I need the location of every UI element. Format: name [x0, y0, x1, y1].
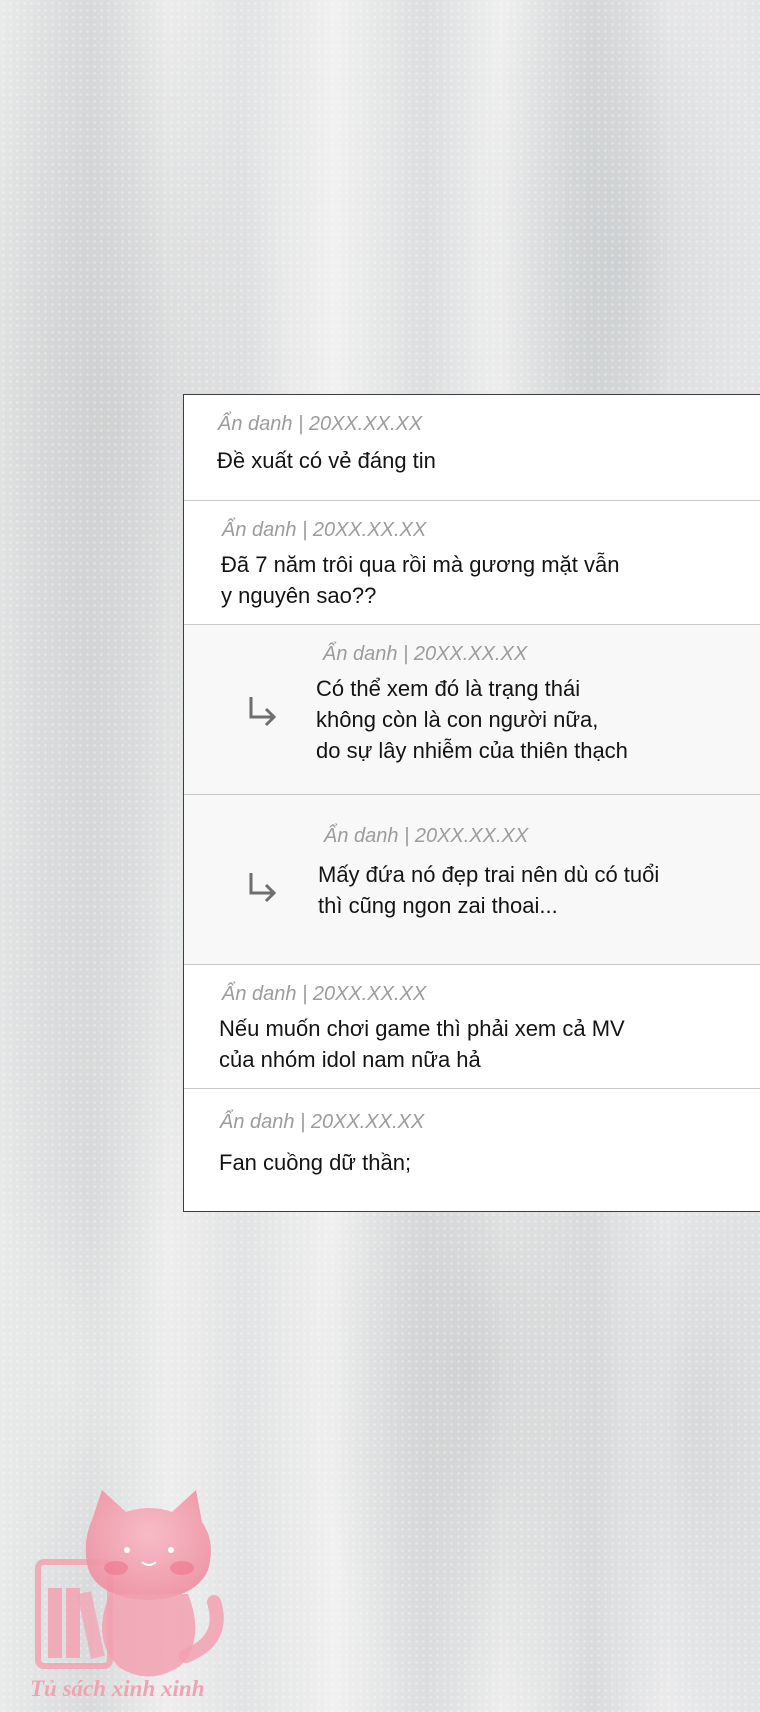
reply-row: Ẩn danh | 20XX.XX.XX Có thể xem đó là tr… [184, 625, 760, 795]
comment-meta: Ẩn danh | 20XX.XX.XX [323, 643, 528, 665]
reply-arrow-icon [249, 873, 277, 903]
comment-panel: Ẩn danh | 20XX.XX.XX Đề xuất có vẻ đáng … [183, 394, 760, 1212]
comment-row: Ẩn danh | 20XX.XX.XX Nếu muốn chơi game … [184, 965, 760, 1089]
comment-text: Fan cuồng dữ thần; [219, 1150, 412, 1175]
comment-text: Đã 7 năm trôi qua rồi mà gương mặt vẫn y… [221, 552, 620, 608]
comment-meta: Ẩn danh | 20XX.XX.XX [222, 519, 427, 541]
comment-meta: Ẩn danh | 20XX.XX.XX [222, 983, 427, 1005]
comment-meta: Ẩn danh | 20XX.XX.XX [220, 1111, 425, 1133]
comment-meta: Ẩn danh | 20XX.XX.XX [218, 413, 423, 435]
pink-cat-bookshelf-logo [35, 1490, 224, 1677]
comment-text: Mấy đứa nó đẹp trai nên dù có tuổi thì c… [318, 862, 660, 918]
reply-row: Ẩn danh | 20XX.XX.XX Mấy đứa nó đẹp trai… [184, 795, 760, 965]
comment-meta: Ẩn danh | 20XX.XX.XX [324, 825, 529, 847]
comment-row: Ẩn danh | 20XX.XX.XX Đề xuất có vẻ đáng … [184, 395, 760, 501]
comment-row: Ẩn danh | 20XX.XX.XX Đã 7 năm trôi qua r… [184, 501, 760, 625]
comment-text: Đề xuất có vẻ đáng tin [217, 448, 436, 473]
watermark-text: Tủ sách xinh xinh [30, 1676, 205, 1701]
reply-arrow-icon [249, 697, 277, 727]
comment-text: Có thể xem đó là trạng thái không còn là… [316, 676, 628, 763]
comment-row: Ẩn danh | 20XX.XX.XX Fan cuồng dữ thần; [184, 1089, 760, 1213]
comment-text: Nếu muốn chơi game thì phải xem cả MV củ… [219, 1016, 625, 1072]
